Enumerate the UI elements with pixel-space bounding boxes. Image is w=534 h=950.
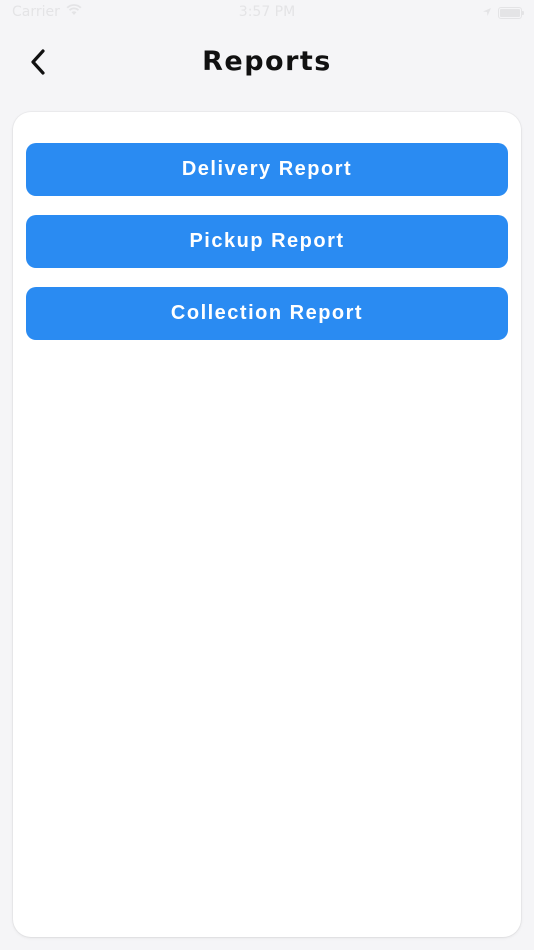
- page-title: Reports: [202, 46, 332, 77]
- status-bar: Carrier 3:57 PM: [0, 0, 534, 26]
- pickup-report-button[interactable]: Pickup Report: [26, 215, 508, 268]
- location-icon: [482, 5, 492, 21]
- reports-card: Delivery Report Pickup Report Collection…: [13, 112, 521, 937]
- collection-report-button[interactable]: Collection Report: [26, 287, 508, 340]
- delivery-report-button[interactable]: Delivery Report: [26, 143, 508, 196]
- battery-icon: [498, 7, 524, 19]
- status-right-indicators: [482, 5, 524, 21]
- status-time: 3:57 PM: [238, 4, 296, 20]
- navigation-bar: Reports: [0, 36, 534, 90]
